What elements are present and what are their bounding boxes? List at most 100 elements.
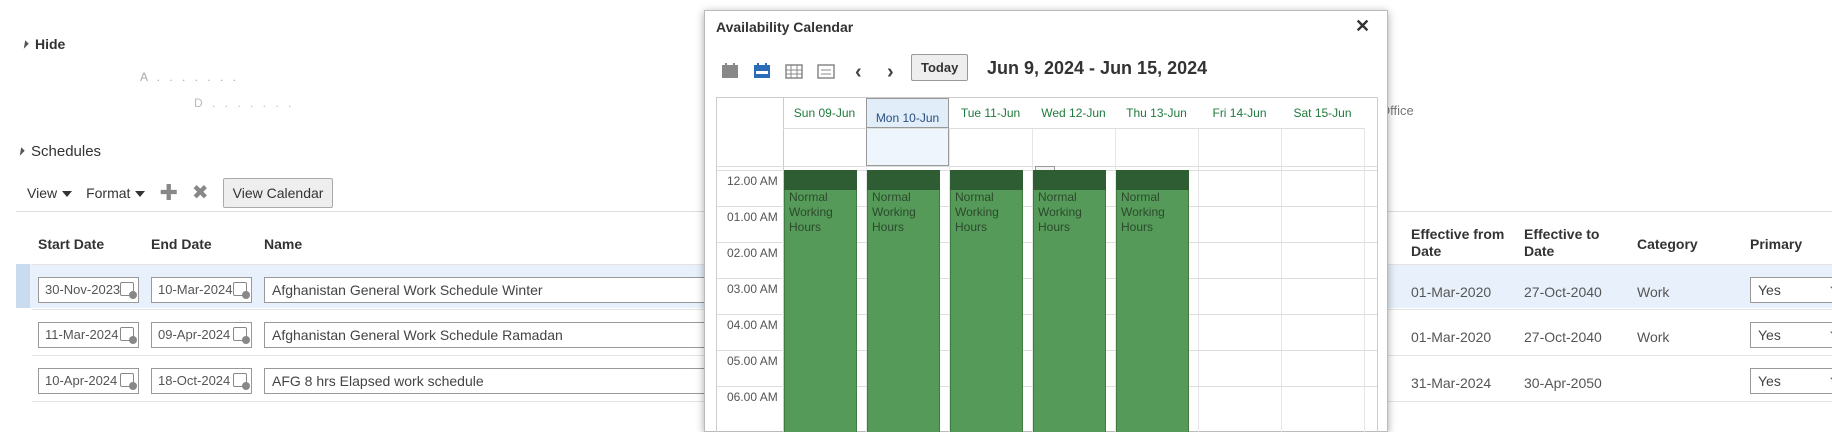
column-header-end-date[interactable]: End Date bbox=[151, 236, 212, 252]
column-header-effective-to[interactable]: Effective to Date bbox=[1524, 226, 1624, 260]
effective-from-cell: 01-Mar-2020 bbox=[1411, 329, 1492, 345]
day-header[interactable]: Sun 09-Jun bbox=[783, 98, 866, 128]
column-header-start-date[interactable]: Start Date bbox=[38, 236, 104, 252]
event-label: Normal bbox=[789, 190, 828, 204]
event-label: Working bbox=[789, 205, 833, 219]
start-date-input[interactable]: 11-Mar-2024 bbox=[38, 322, 139, 348]
row-selection-marker bbox=[16, 264, 30, 308]
category-cell: Work bbox=[1637, 329, 1670, 345]
time-label: 04.00 AM bbox=[727, 318, 778, 332]
start-date-input[interactable]: 30-Nov-2023 bbox=[38, 277, 139, 303]
week-grid: Sun 09-Jun Mon 10-Jun Tue 11-Jun Wed 12-Jun… bbox=[716, 97, 1378, 432]
day-header[interactable]: Thu 13-Jun bbox=[1115, 98, 1198, 128]
event-label: Normal bbox=[1121, 190, 1160, 204]
start-date-input[interactable]: 10-Apr-2024 bbox=[38, 368, 139, 394]
previous-arrow-icon[interactable]: ‹ bbox=[855, 61, 862, 84]
close-icon[interactable]: ✕ bbox=[1355, 16, 1370, 37]
calendar-icon[interactable] bbox=[120, 327, 137, 344]
time-label: 01.00 AM bbox=[727, 210, 778, 224]
effective-to-cell: 30-Apr-2050 bbox=[1524, 375, 1602, 391]
week-view-icon[interactable] bbox=[753, 63, 771, 79]
end-date-value: 09-Apr-2024 bbox=[158, 327, 231, 342]
view-menu[interactable]: View bbox=[27, 185, 73, 201]
start-date-value: 11-Mar-2024 bbox=[45, 327, 119, 342]
primary-select[interactable]: Yes bbox=[1750, 322, 1832, 348]
column-header-primary[interactable]: Primary bbox=[1750, 236, 1802, 252]
effective-from-cell: 01-Mar-2020 bbox=[1411, 284, 1492, 300]
primary-value: Yes bbox=[1758, 373, 1781, 389]
list-view-icon[interactable] bbox=[817, 63, 835, 79]
category-cell: Work bbox=[1637, 284, 1670, 300]
allday-cell[interactable] bbox=[1032, 128, 1115, 166]
allday-cell[interactable] bbox=[1281, 128, 1364, 166]
event-label: Working bbox=[955, 205, 999, 219]
end-date-value: 10-Mar-2024 bbox=[158, 282, 233, 297]
event-label: Working bbox=[1121, 205, 1165, 219]
availability-calendar-dialog: Availability Calendar ✕ ‹ › Today Jun 9,… bbox=[704, 10, 1388, 432]
dialog-title: Availability Calendar bbox=[716, 19, 854, 35]
schedule-name-input[interactable]: Afghanistan General Work Schedule Winter bbox=[264, 277, 764, 303]
format-menu[interactable]: Format bbox=[86, 185, 146, 201]
view-calendar-button[interactable]: View Calendar bbox=[222, 178, 334, 208]
format-menu-label: Format bbox=[86, 185, 131, 201]
day-view-icon[interactable] bbox=[721, 63, 739, 79]
schedules-title: Schedules bbox=[31, 143, 102, 160]
event-label: Working bbox=[1038, 205, 1082, 219]
x-icon[interactable]: ✖ bbox=[192, 183, 209, 203]
start-date-value: 10-Apr-2024 bbox=[45, 373, 118, 388]
time-label: 06.00 AM bbox=[727, 390, 778, 404]
time-label: 05.00 AM bbox=[727, 354, 778, 368]
day-header[interactable]: Wed 12-Jun bbox=[1032, 98, 1115, 128]
collapse-triangle-icon bbox=[20, 39, 29, 49]
calendar-icon[interactable] bbox=[120, 282, 137, 299]
event-header bbox=[784, 170, 857, 190]
hide-toggle[interactable]: Hide bbox=[20, 36, 66, 52]
schedule-name-input[interactable]: AFG 8 hrs Elapsed work schedule bbox=[264, 368, 764, 394]
day-header[interactable]: Fri 14-Jun bbox=[1198, 98, 1281, 128]
calendar-icon[interactable] bbox=[233, 282, 250, 299]
next-arrow-icon[interactable]: › bbox=[887, 61, 894, 84]
allday-cell[interactable] bbox=[949, 128, 1032, 166]
schedule-name-input[interactable]: Afghanistan General Work Schedule Ramada… bbox=[264, 322, 764, 348]
date-range-label: Jun 9, 2024 - Jun 15, 2024 bbox=[987, 58, 1208, 78]
event-header bbox=[1033, 170, 1106, 190]
allday-cell[interactable] bbox=[1115, 128, 1198, 166]
column-header-name[interactable]: Name bbox=[264, 236, 302, 252]
time-label: 12.00 AM bbox=[727, 174, 778, 188]
collapse-triangle-icon bbox=[16, 147, 25, 156]
column-header-category[interactable]: Category bbox=[1637, 236, 1698, 252]
primary-select[interactable]: Yes bbox=[1750, 277, 1832, 303]
calendar-icon[interactable] bbox=[233, 327, 250, 344]
hide-label: Hide bbox=[35, 36, 66, 52]
time-label: 03.00 AM bbox=[727, 282, 778, 296]
allday-cell[interactable] bbox=[783, 128, 866, 166]
day-header[interactable]: Mon 10-Jun bbox=[866, 98, 949, 128]
view-menu-label: View bbox=[27, 185, 58, 201]
event-header bbox=[1116, 170, 1189, 190]
effective-from-cell: 31-Mar-2024 bbox=[1411, 375, 1492, 391]
day-header[interactable]: Tue 11-Jun bbox=[949, 98, 1032, 128]
day-header[interactable]: Sat 15-Jun bbox=[1281, 98, 1364, 128]
caret-down-icon bbox=[62, 191, 73, 198]
event-label: Normal bbox=[955, 190, 994, 204]
schedules-section-toggle[interactable]: Schedules bbox=[16, 143, 102, 160]
end-date-input[interactable]: 09-Apr-2024 bbox=[151, 322, 252, 348]
month-view-icon[interactable] bbox=[785, 63, 803, 79]
end-date-input[interactable]: 18-Oct-2024 bbox=[151, 368, 252, 394]
column-header-effective-from[interactable]: Effective from Date bbox=[1411, 226, 1521, 260]
primary-select[interactable]: Yes bbox=[1750, 368, 1832, 394]
calendar-icon[interactable] bbox=[233, 373, 250, 390]
effective-to-cell: 27-Oct-2040 bbox=[1524, 329, 1602, 345]
today-button[interactable]: Today bbox=[911, 54, 969, 81]
allday-cell[interactable] bbox=[866, 128, 949, 166]
time-gutter bbox=[717, 98, 784, 432]
plus-icon[interactable]: ✚ bbox=[159, 182, 177, 204]
event-header bbox=[950, 170, 1023, 190]
event-label: Hours bbox=[1038, 220, 1071, 234]
primary-value: Yes bbox=[1758, 282, 1781, 298]
allday-cell[interactable] bbox=[1198, 128, 1281, 166]
end-date-input[interactable]: 10-Mar-2024 bbox=[151, 277, 252, 303]
obscured-text: D . . . . . . . bbox=[194, 96, 295, 110]
calendar-icon[interactable] bbox=[120, 373, 137, 390]
obscured-text: A . . . . . . . bbox=[140, 70, 240, 84]
